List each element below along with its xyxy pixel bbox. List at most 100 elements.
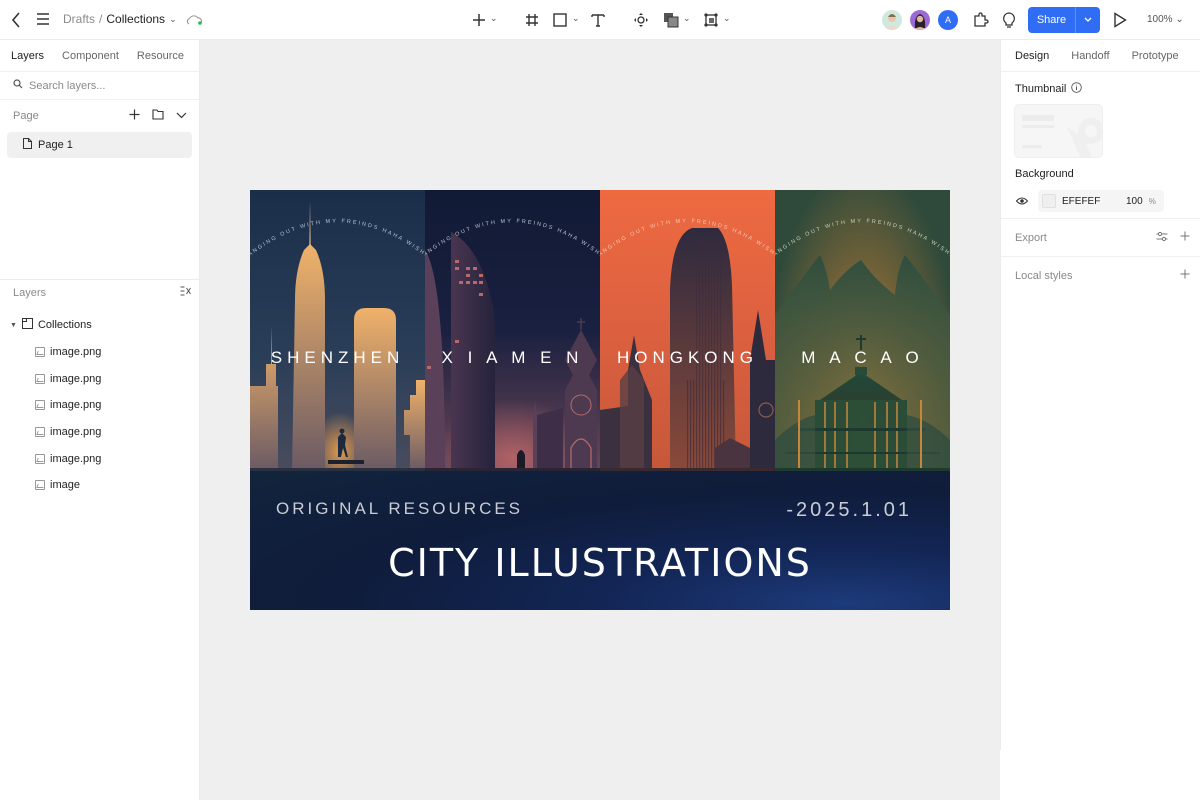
export-section: Export [1001,218,1200,256]
collapse-all-icon[interactable] [180,286,192,299]
menu-icon[interactable] [36,12,50,26]
background-color-field[interactable]: EFEFEF 100 % [1038,190,1164,212]
city-panel-xiamen[interactable]: HANGING OUT WITH MY FREINDS HAHA WISHING… [425,190,600,471]
arc-text: HANGING OUT WITH MY FREINDS HAHA WISHING [250,190,425,260]
page-section-header: Page [0,100,199,132]
boolean-chevron-icon[interactable]: ⌄ [683,13,691,24]
tab-prototype[interactable]: Prototype [1132,50,1179,62]
right-panel-footer [1000,750,1200,800]
arc-text: HANGING OUT WITH MY FREINDS HAHA WISHING [600,190,775,260]
top-toolbar: Drafts / Collections ⌄ ⌄ ⌄ ⌄ ⌄ A Share 1… [0,0,1200,40]
background-color-swatch[interactable] [1042,194,1056,208]
local-styles-label: Local styles [1015,269,1073,282]
zoom-level-value: 100% [1147,14,1173,25]
export-settings-icon[interactable] [1156,231,1168,245]
shape-chevron-icon[interactable]: ⌄ [572,13,580,24]
chevron-down-icon[interactable]: ⌄ [169,14,177,25]
zoom-level[interactable]: 100% ⌄ [1147,14,1184,25]
add-export-icon[interactable] [1180,231,1190,244]
zoom-chevron-icon: ⌄ [1175,14,1184,25]
layer-item[interactable]: image.png [0,365,200,392]
text-tool-icon[interactable] [589,11,607,29]
layer-item[interactable]: image.png [0,392,200,419]
share-label[interactable]: Share [1028,7,1076,33]
info-icon[interactable] [1071,82,1083,96]
city-label-shenzhen: SHENZHEN [270,348,405,367]
layer-label: image.png [50,346,102,359]
page-item-label: Page 1 [38,139,73,151]
layer-label: Collections [37,319,92,332]
layer-label: image [50,479,80,492]
layer-label: image.png [50,426,102,439]
background-label: Background [1015,168,1074,180]
tab-component[interactable]: Component [62,50,119,62]
tab-design[interactable]: Design [1015,50,1049,62]
local-styles-section: Local styles [1001,256,1200,294]
page-item-page-1[interactable]: Page 1 [7,132,192,158]
frame-icon [21,318,33,332]
component-tool-icon[interactable] [632,11,650,29]
background-opacity-value[interactable]: 100 [1126,196,1143,207]
layer-label: image.png [50,399,102,412]
svg-text:HANGING OUT WITH MY FREINDS HA: HANGING OUT WITH MY FREINDS HAHA WISHING [775,190,950,260]
image-icon [35,480,45,491]
search-icon [13,79,23,92]
tab-layers[interactable]: Layers [11,50,44,62]
layer-item[interactable]: image.png [0,419,200,446]
add-chevron-icon[interactable]: ⌄ [490,13,498,24]
image-icon [35,453,45,464]
background-fill-row: EFEFEF 100 % [1001,190,1200,212]
tab-handoff[interactable]: Handoff [1071,50,1109,62]
breadcrumb-drafts[interactable]: Drafts [63,12,95,26]
collaborator-avatar-2[interactable] [910,10,930,30]
expand-triangle-icon[interactable]: ▼ [10,322,17,329]
add-page-icon[interactable] [129,109,140,123]
folder-icon[interactable] [152,109,164,123]
thumbnail-label: Thumbnail [1015,83,1067,95]
image-icon [35,427,45,438]
city-panel-macao[interactable]: HANGING OUT WITH MY FREINDS HAHA WISHING… [775,190,950,471]
layer-item[interactable]: image.png [0,445,200,472]
back-icon[interactable] [10,11,22,29]
mask-chevron-icon[interactable]: ⌄ [723,13,731,24]
right-panel: Design Handoff Prototype Thumbnail Backg… [1000,40,1200,750]
city-panel-shenzhen[interactable]: HANGING OUT WITH MY FREINDS HAHA WISHING… [250,190,425,471]
add-local-style-icon[interactable] [1180,269,1190,282]
search-placeholder: Search layers... [29,79,106,92]
rectangle-tool-icon[interactable] [551,11,569,29]
page-section-label: Page [13,110,39,122]
share-dropdown-chevron-icon[interactable] [1076,7,1100,33]
collapse-chevron-icon[interactable] [176,110,187,122]
add-icon[interactable] [470,11,488,29]
cloud-sync-icon [185,13,203,27]
play-icon[interactable] [1111,11,1129,29]
boolean-tool-icon[interactable] [662,11,680,29]
mask-tool-icon[interactable] [702,11,720,29]
layer-group-collections[interactable]: ▼ Collections [0,312,200,339]
thumbnail-section: Thumbnail [1001,82,1200,96]
frame-tool-icon[interactable] [523,11,541,29]
tab-resource[interactable]: Resource [137,50,184,62]
canvas-artwork-collections[interactable]: HANGING OUT WITH MY FREINDS HAHA WISHING… [250,190,950,610]
thumbnail-placeholder[interactable] [1014,104,1103,158]
page-icon [23,138,32,152]
right-panel-tabs: Design Handoff Prototype [1001,40,1200,72]
visibility-eye-icon[interactable] [1015,192,1029,210]
artwork-banner: ORIGINAL RESOURCES -2025.1.01 CITY ILLUS… [250,471,950,610]
layers-section-label: Layers [13,286,47,299]
city-panel-hongkong[interactable]: HANGING OUT WITH MY FREINDS HAHA WISHING… [600,190,775,471]
opacity-unit: % [1148,196,1156,206]
city-label-macao: M A C A O [801,348,924,367]
background-hex-value[interactable]: EFEFEF [1062,196,1114,207]
breadcrumb-current-file[interactable]: Collections [106,12,165,26]
lightbulb-icon[interactable] [1000,11,1018,29]
collaborator-avatar-1[interactable] [882,10,902,30]
layer-item[interactable]: image.png [0,339,200,366]
collaborator-avatar-3[interactable]: A [938,10,958,30]
search-layers-input[interactable]: Search layers... [0,72,199,100]
layer-item[interactable]: image [0,472,200,499]
layer-label: image.png [50,372,102,385]
plugin-icon[interactable] [972,11,990,29]
share-button[interactable]: Share [1028,7,1100,33]
svg-text:HANGING OUT WITH MY FREINDS HA: HANGING OUT WITH MY FREINDS HAHA WISHING [250,190,425,260]
